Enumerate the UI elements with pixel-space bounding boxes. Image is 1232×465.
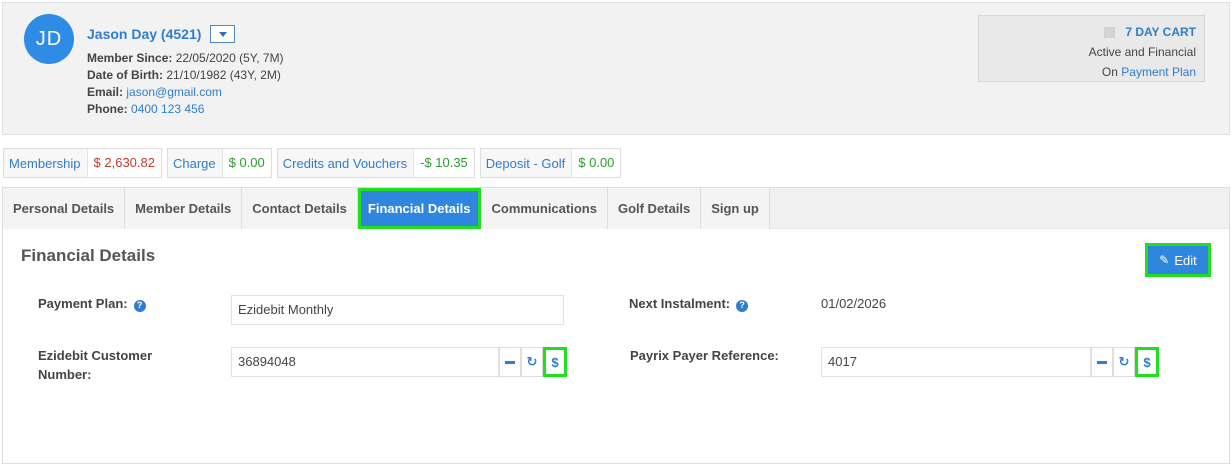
tab-member-details[interactable]: Member Details: [125, 188, 243, 229]
phone-row: Phone: 0400 123 456: [87, 101, 284, 118]
email-row: Email: jason@gmail.com: [87, 84, 284, 101]
payrix-payer-field[interactable]: 4017: [821, 347, 1091, 377]
tabs-panel: Personal Details Member Details Contact …: [2, 187, 1230, 464]
dollar-icon: $: [551, 354, 559, 370]
member-name-row: Jason Day (4521): [87, 25, 236, 43]
ezidebit-label-line2: Number:: [38, 367, 92, 382]
next-instalment-label-text: Next Instalment:: [629, 296, 731, 311]
tab-sign-up[interactable]: Sign up: [701, 188, 770, 229]
avatar: JD: [24, 14, 74, 64]
payment-plan-label-text: Payment Plan:: [38, 296, 128, 311]
balance-name: Deposit - Golf: [485, 155, 566, 171]
ezidebit-remove-button[interactable]: [499, 347, 521, 377]
minus-icon: [1097, 360, 1107, 364]
payment-plan-link[interactable]: Payment Plan: [1121, 65, 1196, 79]
member-header: JD Jason Day (4521) Member Since: 22/05/…: [2, 2, 1230, 135]
membership-status-box: 7 DAY CART Active and Financial On Payme…: [978, 15, 1205, 82]
status-title-row: 7 DAY CART: [979, 22, 1196, 42]
section-title: Financial Details: [21, 246, 156, 265]
member-dropdown-button[interactable]: [210, 25, 236, 43]
payrix-refresh-button[interactable]: ↻: [1113, 347, 1135, 377]
help-icon[interactable]: ?: [133, 299, 146, 312]
balance-name: Credits and Vouchers: [282, 155, 408, 171]
member-since-label: Member Since:: [87, 51, 173, 65]
balance-value: $ 2,630.82: [86, 149, 161, 177]
balance-value: $ 0.00: [221, 149, 271, 177]
ezidebit-label-line1: Ezidebit Customer: [38, 348, 153, 363]
tab-personal-details[interactable]: Personal Details: [3, 188, 126, 229]
status-checkbox: [1104, 26, 1116, 38]
ezidebit-button-group: ↻ $: [499, 347, 567, 377]
minus-icon: [505, 360, 515, 364]
phone-label: Phone:: [87, 102, 128, 116]
dob-value: 21/10/1982 (43Y, 2M): [166, 68, 281, 82]
caret-down-icon: [218, 31, 227, 37]
payrix-payer-label: Payrix Payer Reference:: [630, 348, 779, 363]
status-active-text: Active and Financial: [1088, 45, 1196, 59]
payrix-remove-button[interactable]: [1091, 347, 1113, 377]
phone-link[interactable]: 0400 123 456: [131, 102, 204, 116]
refresh-icon: ↻: [526, 354, 538, 369]
ezidebit-customer-field[interactable]: 36894048: [231, 347, 499, 377]
ezidebit-payment-button[interactable]: $: [543, 347, 567, 377]
tab-bar: Personal Details Member Details Contact …: [3, 188, 1229, 229]
pencil-icon: ✎: [1159, 253, 1170, 267]
balance-membership[interactable]: Membership $ 2,630.82: [3, 148, 162, 178]
balance-value: $ 0.00: [571, 149, 621, 177]
balance-value: -$ 10.35: [413, 149, 474, 177]
tab-communications[interactable]: Communications: [481, 188, 608, 229]
balance-deposit-golf[interactable]: Deposit - Golf $ 0.00: [479, 148, 622, 178]
edit-button-label: Edit: [1174, 252, 1197, 268]
balance-name: Membership: [9, 155, 81, 171]
member-info: Member Since: 22/05/2020 (5Y, 7M) Date o…: [87, 50, 284, 118]
tab-golf-details[interactable]: Golf Details: [607, 188, 702, 229]
dob-label: Date of Birth:: [87, 68, 163, 82]
tab-financial-details[interactable]: Financial Details: [357, 188, 482, 229]
ezidebit-customer-label: Ezidebit Customer Number:: [38, 346, 152, 384]
tab-contact-details[interactable]: Contact Details: [242, 188, 358, 229]
refresh-icon: ↻: [1118, 354, 1130, 369]
balance-name: Charge: [172, 155, 216, 171]
status-on-label: On: [1101, 65, 1118, 79]
balances-bar: Membership $ 2,630.82 Charge $ 0.00 Cred…: [3, 148, 626, 178]
balance-charge[interactable]: Charge $ 0.00: [166, 148, 272, 178]
payment-plan-label: Payment Plan:?: [38, 294, 146, 313]
edit-button[interactable]: ✎ Edit: [1145, 243, 1211, 277]
member-name[interactable]: Jason Day (4521): [87, 26, 201, 42]
member-since-value: 22/05/2020 (5Y, 7M): [175, 51, 284, 65]
payrix-payment-button[interactable]: $: [1135, 347, 1159, 377]
email-link[interactable]: jason@gmail.com: [126, 85, 222, 99]
balance-credits-vouchers[interactable]: Credits and Vouchers -$ 10.35: [276, 148, 475, 178]
email-label: Email:: [87, 85, 124, 99]
next-instalment-value: 01/02/2026: [821, 296, 887, 311]
member-since-row: Member Since: 22/05/2020 (5Y, 7M): [87, 50, 284, 67]
status-plan-row: On Payment Plan: [979, 62, 1196, 82]
dollar-icon: $: [1143, 354, 1151, 370]
payrix-button-group: ↻ $: [1091, 347, 1159, 377]
dob-row: Date of Birth: 21/10/1982 (43Y, 2M): [87, 67, 284, 84]
ezidebit-refresh-button[interactable]: ↻: [521, 347, 543, 377]
help-icon[interactable]: ?: [736, 299, 749, 312]
next-instalment-label: Next Instalment:?: [629, 294, 749, 313]
membership-type: 7 DAY CART: [1125, 25, 1196, 39]
payment-plan-field[interactable]: Ezidebit Monthly: [231, 295, 564, 325]
